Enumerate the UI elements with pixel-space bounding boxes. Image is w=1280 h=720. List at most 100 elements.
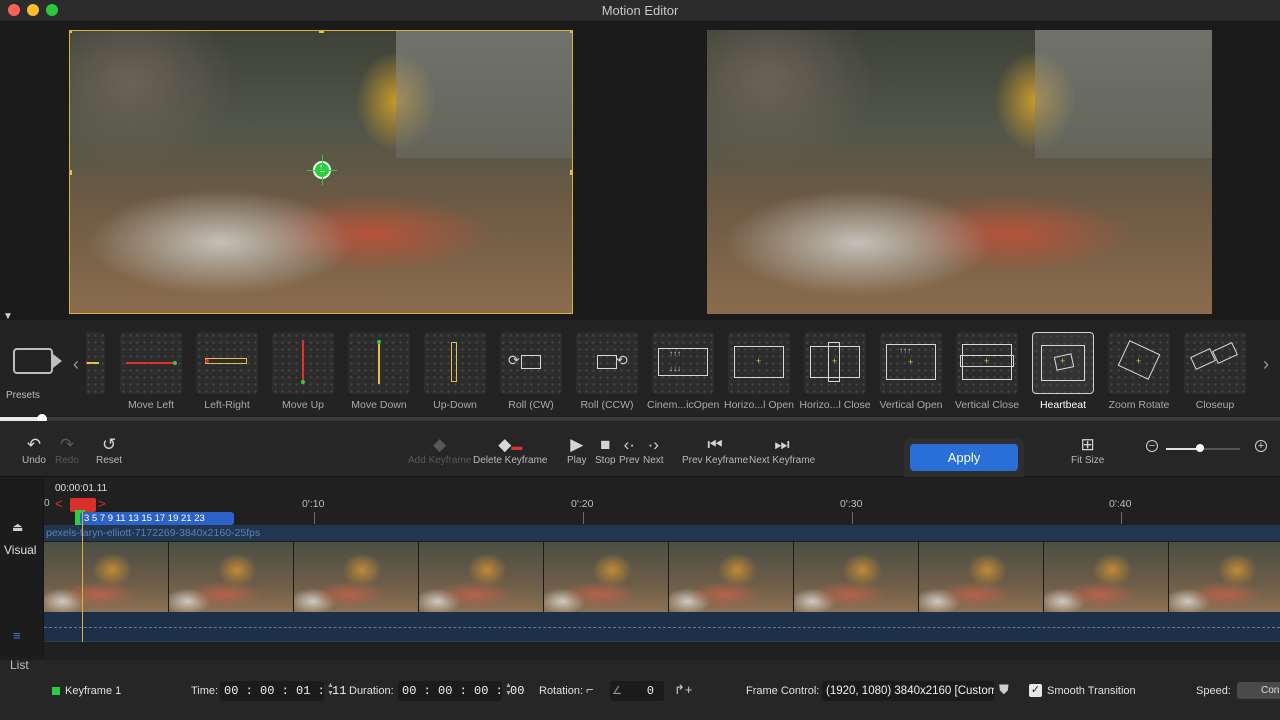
redo-button[interactable]: ↷ Redo <box>55 435 79 466</box>
keyframe-color-marker <box>52 687 60 695</box>
duration-stepper-icon[interactable]: ▲ ▼ <box>505 682 512 698</box>
preset-item[interactable]: + Vertical Close <box>951 332 1023 411</box>
keyframe-anchor-point[interactable]: 1 <box>307 155 337 185</box>
preset-label: Move Down <box>351 399 407 411</box>
preset-item[interactable]: ⟳ Roll (CW) <box>495 332 567 411</box>
speed-select[interactable]: Con <box>1237 682 1280 699</box>
preset-label: Cinem...icOpen <box>647 399 720 411</box>
visual-track-icon[interactable]: ⏏ <box>12 520 23 534</box>
presets-button[interactable] <box>10 348 62 374</box>
prev-icon: ‹· <box>623 435 635 454</box>
source-preview[interactable]: 1 <box>69 30 573 314</box>
speed-label: Speed: <box>1196 685 1231 697</box>
list-track[interactable] <box>44 612 1280 642</box>
time-stepper-icon[interactable]: ▲ ▼ <box>327 682 334 698</box>
preset-label: Up-Down <box>433 399 477 411</box>
presets-scroll-left-icon[interactable]: ‹ <box>73 354 79 375</box>
time-field[interactable]: 00 : 00 : 01 : 11 <box>220 681 346 701</box>
frame-control-dropdown-icon[interactable]: ⛊ <box>999 682 1009 698</box>
crop-handle-top-left[interactable] <box>70 31 72 33</box>
cinematic-open-icon: ↑↑↑ ↓↓↓ <box>652 332 714 394</box>
tick-label: 0':20 <box>571 498 594 510</box>
next-button[interactable]: ·› Next <box>643 435 664 466</box>
undo-button[interactable]: ↶ Undo <box>22 435 46 466</box>
stop-label: Stop <box>595 455 616 466</box>
prev-keyframe-button[interactable]: ⏮ Prev Keyframe <box>682 435 748 466</box>
list-track-guide <box>44 627 1280 628</box>
preset-label: Horizo...l Open <box>723 399 795 411</box>
fit-size-icon: ⊞ <box>1080 435 1095 454</box>
preset-item[interactable]: + Horizo...l Open <box>723 332 795 411</box>
vertical-close-icon: + <box>956 332 1018 394</box>
reset-label: Reset <box>96 455 123 466</box>
preset-item[interactable]: ↑↑↑ + Vertical Open <box>875 332 947 411</box>
frame-control-field[interactable]: (1920, 1080) 3840x2160 [Custom] <box>822 681 994 701</box>
list-filter-icon[interactable]: ≡ <box>13 628 21 643</box>
preset-item[interactable]: + Horizo...l Close <box>799 332 871 411</box>
preset-item-selected[interactable]: + Heartbeat <box>1027 332 1099 411</box>
current-time: 00:00:01.11 <box>55 483 108 494</box>
preset-label: Vertical Close <box>954 399 1020 411</box>
zoom-in-icon[interactable]: + <box>1255 440 1267 452</box>
preset-item[interactable]: ↑↑↑ ↓↓↓ Cinem...icOpen <box>647 332 719 411</box>
crop-handle-top[interactable] <box>319 31 324 33</box>
preset-item[interactable]: Left-Right <box>191 332 263 411</box>
move-down-icon <box>348 332 410 394</box>
preset-label: ght <box>86 399 110 411</box>
playhead-line <box>82 512 83 642</box>
ruler-tick <box>1121 512 1122 524</box>
smooth-transition-checkbox[interactable]: ✓ <box>1029 684 1042 697</box>
delete-keyframe-button[interactable]: ◆▬ Delete Keyframe <box>473 435 547 466</box>
prev-button[interactable]: ‹· Prev <box>619 435 640 466</box>
window-title: Motion Editor <box>601 3 679 18</box>
filmstrip-frame <box>794 542 919 612</box>
zoom-out-icon[interactable]: − <box>1146 440 1158 452</box>
preset-label: Zoom Rotate <box>1108 399 1170 411</box>
preset-item[interactable]: Move Down <box>343 332 415 411</box>
keyframe-strip[interactable]: 3 5 7 9 11 13 15 17 19 21 23 <box>80 512 234 525</box>
preset-item[interactable]: ght <box>86 332 110 411</box>
rotate-left-icon[interactable]: ⌐ <box>586 682 594 697</box>
reset-button[interactable]: ↺ Reset <box>96 435 122 466</box>
crop-handle-left[interactable] <box>70 170 72 175</box>
add-keyframe-button[interactable]: ◆ Add Keyframe <box>408 435 471 466</box>
zoom-rotate-icon: + <box>1108 332 1170 394</box>
crop-handle-right[interactable] <box>570 170 572 175</box>
vertical-open-icon: ↑↑↑ + <box>880 332 942 394</box>
undo-label: Undo <box>22 455 46 466</box>
move-up-icon <box>272 332 334 394</box>
next-icon: ·› <box>647 435 659 454</box>
preset-item[interactable]: Move Left <box>115 332 187 411</box>
crop-handle-top-right[interactable] <box>570 31 572 33</box>
playhead-right-arrow-icon[interactable]: > <box>98 496 106 511</box>
play-icon: ▶ <box>570 435 584 454</box>
next-keyframe-button[interactable]: ⏭ Next Keyframe <box>749 435 815 466</box>
filmstrip-frame <box>1044 542 1169 612</box>
zoom-slider-knob[interactable] <box>1196 444 1204 452</box>
preset-item[interactable]: Up-Down <box>419 332 491 411</box>
fit-size-button[interactable]: ⊞ Fit Size <box>1071 435 1104 466</box>
next-keyframe-icon: ⏭ <box>774 435 790 454</box>
apply-button[interactable]: Apply <box>910 444 1018 471</box>
filmstrip-frame <box>1169 542 1280 612</box>
track-header: ⏏ Visual ≡ <box>0 478 44 658</box>
presets-scroll-right-icon[interactable]: › <box>1263 354 1269 375</box>
preset-item[interactable]: + Zoom Rotate <box>1103 332 1175 411</box>
duration-field[interactable]: 00 : 00 : 00 : 00 <box>398 681 524 701</box>
preset-label: Move Left <box>127 399 175 411</box>
video-filmstrip[interactable] <box>44 542 1280 612</box>
playhead-left-arrow-icon[interactable]: < <box>55 496 63 511</box>
stop-button[interactable]: ■ Stop <box>595 435 616 466</box>
roll-ccw-icon: ⟲ <box>576 332 638 394</box>
preset-label: Closeup <box>1195 399 1235 411</box>
filmstrip-frame <box>169 542 294 612</box>
rotate-right-add-icon[interactable]: ↱+ <box>674 682 692 698</box>
preset-item[interactable]: Closeup <box>1179 332 1251 411</box>
horizontal-close-icon: + <box>804 332 866 394</box>
preset-item[interactable]: Move Up <box>267 332 339 411</box>
next-label: Next <box>643 455 664 466</box>
play-button[interactable]: ▶ Play <box>567 435 586 466</box>
angle-icon: ∠ <box>612 685 622 697</box>
tick-label: 0':30 <box>840 498 863 510</box>
preset-item[interactable]: ⟲ Roll (CCW) <box>571 332 643 411</box>
